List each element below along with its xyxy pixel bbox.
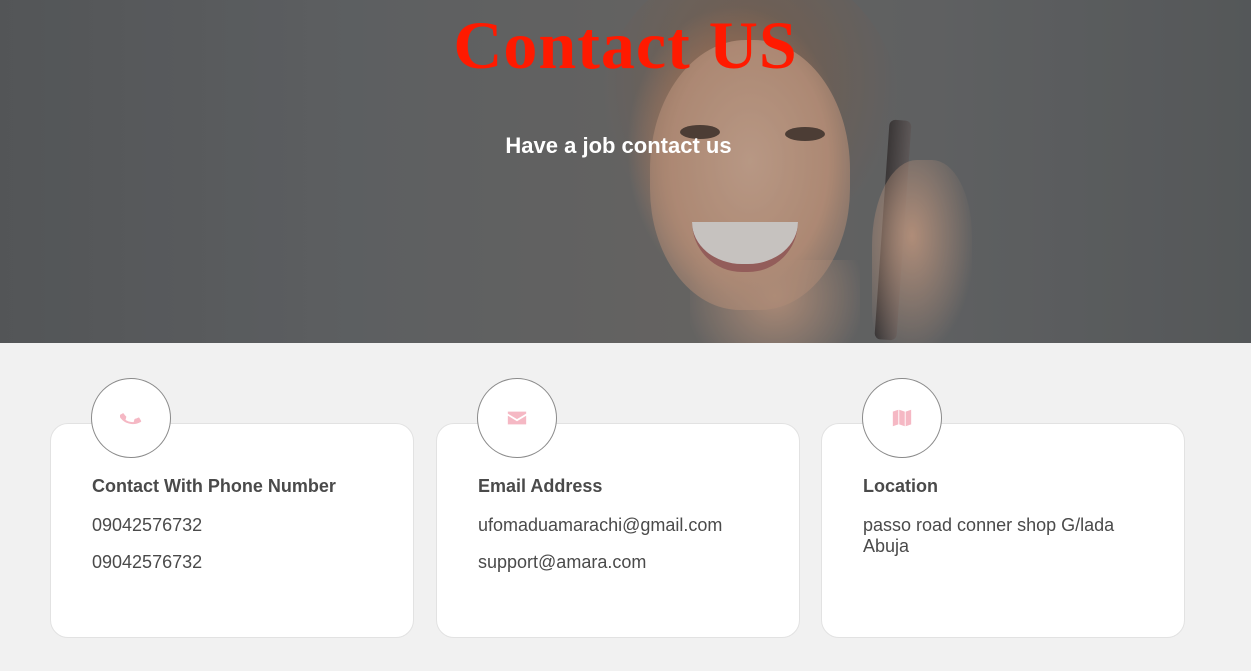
location-address: passo road conner shop G/lada Abuja <box>863 515 1115 556</box>
phone-number[interactable]: 09042576732 <box>92 515 392 536</box>
hero-banner: Contact US Have a job contact us <box>0 0 1251 343</box>
card-title: Location <box>863 476 938 496</box>
map-icon <box>892 409 912 427</box>
phone-icon-circle <box>91 378 171 458</box>
phone-icon <box>120 413 142 425</box>
envelope-icon <box>507 411 527 425</box>
envelope-icon-circle <box>477 378 557 458</box>
contact-card-email: Email Address ufomaduamarachi@gmail.com … <box>436 378 800 638</box>
map-icon-circle <box>862 378 942 458</box>
contact-card-location: Location passo road conner shop G/lada A… <box>821 378 1185 638</box>
card-title: Email Address <box>478 476 603 496</box>
contact-card-phone: Contact With Phone Number 09042576732 09… <box>50 378 414 638</box>
page-subtitle: Have a job contact us <box>505 133 732 158</box>
email-address[interactable]: ufomaduamarachi@gmail.com <box>478 515 778 536</box>
page-title: Contact US <box>453 7 798 83</box>
phone-number[interactable]: 09042576732 <box>92 552 392 573</box>
card-title: Contact With Phone Number <box>92 476 336 496</box>
email-address[interactable]: support@amara.com <box>478 552 778 573</box>
